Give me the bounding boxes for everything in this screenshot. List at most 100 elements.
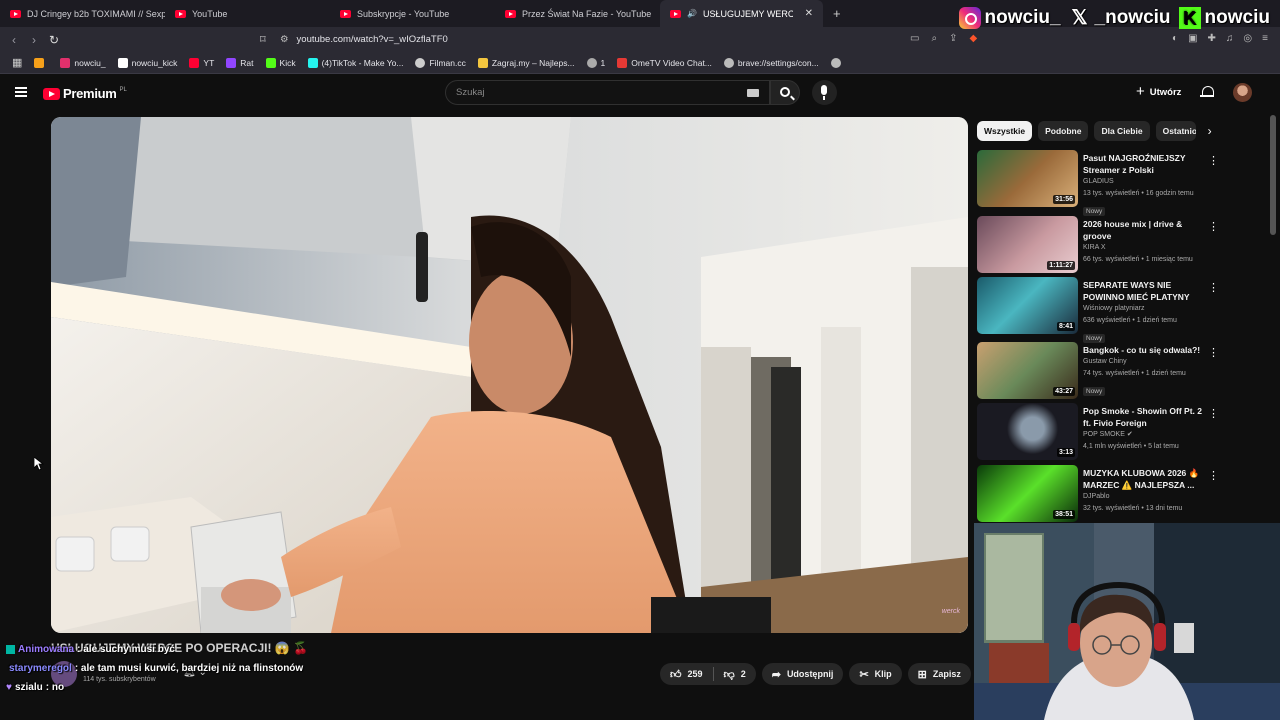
overlay-instagram: nowciu_ (958, 7, 1061, 29)
video-thumbnail[interactable]: 38:51 (977, 465, 1078, 522)
bookmark-item[interactable]: Rat (220, 57, 259, 68)
bookmark-item[interactable]: Kick (260, 57, 302, 68)
recommendation-item[interactable]: 43:27 Bangkok - co tu się odwala?! Gusta… (977, 342, 1222, 402)
recommendation-title[interactable]: MUZYKA KLUBOWA 2026 🔥 MARZEC ⚠️ NAJLEPSZ… (1083, 467, 1208, 491)
apps-grid-icon[interactable]: ▦ (6, 56, 28, 69)
wallet-icon[interactable]: ▣ (1188, 33, 1197, 44)
recommendation-channel[interactable]: Gustaw Chiny (1083, 356, 1208, 368)
video-thumbnail[interactable]: 8:41 (977, 277, 1078, 334)
recommendation-item[interactable]: 3:13 Pop Smoke - Showin Off Pt. 2 ft. Fi… (977, 403, 1222, 463)
brave-shield-icon[interactable]: ◆ (969, 33, 977, 44)
recommendation-meta: MUZYKA KLUBOWA 2026 🔥 MARZEC ⚠️ NAJLEPSZ… (1083, 467, 1208, 515)
leo-icon[interactable]: ◎ (1243, 33, 1252, 44)
recommendation-info: 32 tys. wyświetleń • 13 dni temu (1083, 505, 1183, 512)
bookmark-item[interactable]: OmeTV Video Chat... (611, 57, 718, 68)
youtube-logo[interactable]: Premium PL (43, 86, 127, 101)
browser-tab-active[interactable]: 🔊 USŁUGUJEMY WERCE PO OP ✕ (660, 0, 823, 27)
share-icon[interactable]: ⇪ (949, 33, 957, 44)
close-tab-icon[interactable]: ✕ (805, 8, 813, 19)
more-vert-icon[interactable]: ⋮ (1208, 281, 1219, 294)
vpn-icon[interactable]: ◐ (1172, 33, 1178, 44)
zoom-icon[interactable]: ⌕ (931, 33, 937, 44)
recommendation-channel[interactable]: POP SMOKE ✔ (1083, 429, 1208, 441)
video-thumbnail[interactable]: 3:13 (977, 403, 1078, 460)
browser-tab[interactable]: Przez Świat Na Fazie - YouTube (495, 0, 660, 27)
more-vert-icon[interactable]: ⋮ (1208, 154, 1219, 167)
recommendation-channel[interactable]: KIRA X (1083, 242, 1208, 254)
page-scrollbar[interactable] (1270, 115, 1276, 235)
notifications-bell-icon[interactable] (1200, 85, 1214, 98)
video-thumbnail[interactable]: 1:11:27 (977, 216, 1078, 273)
chip-all[interactable]: Wszystkie (977, 121, 1033, 141)
video-thumbnail[interactable]: 31:56 (977, 150, 1078, 207)
more-vert-icon[interactable]: ⋮ (1208, 220, 1219, 233)
menu-icon[interactable]: ≡ (1262, 33, 1268, 44)
recommendation-title[interactable]: Pasut NAJGROŹNIEJSZY Streamer z Polski (1083, 152, 1208, 176)
voice-search-icon[interactable] (812, 80, 837, 105)
recommendation-item[interactable]: 31:56 Pasut NAJGROŹNIEJSZY Streamer z Po… (977, 150, 1222, 216)
bookmark-item[interactable]: (4)TikTok - Make Yo... (302, 57, 410, 68)
bookmark-item[interactable]: brave://settings/con... (718, 57, 825, 68)
extensions-icon[interactable]: ✚ (1208, 33, 1216, 44)
bookmark-item[interactable]: nowciu_ (54, 57, 111, 68)
bookmark-label: Zagraj.my – Najleps... (491, 57, 575, 68)
bookmark-item[interactable] (825, 57, 851, 68)
browser-tab[interactable]: Subskrypcje - YouTube (330, 0, 495, 27)
forward-icon[interactable]: › (24, 33, 44, 47)
bookmark-item[interactable]: 1 (581, 57, 612, 68)
avatar[interactable] (1233, 83, 1252, 102)
cast-icon[interactable]: ▭ (910, 33, 919, 44)
browser-tab[interactable]: DJ Cringey b2b TOXIMAMI // Sexpre (0, 0, 165, 27)
recommendation-title[interactable]: 2026 house mix | drive & groove (1083, 218, 1208, 242)
youtube-play-icon (43, 87, 60, 100)
search-button[interactable] (770, 80, 800, 105)
search-input[interactable]: Szukaj (445, 80, 770, 105)
site-settings-icon[interactable]: ⚙ (280, 34, 289, 45)
bookmark-page-icon[interactable]: ⌑ (260, 33, 266, 46)
more-vert-icon[interactable]: ⋮ (1208, 469, 1219, 482)
youtube-header: Premium PL Szukaj + Utwórz (0, 75, 1280, 113)
chip-for-you[interactable]: Dla Ciebie (1094, 121, 1150, 141)
recommendation-meta: Pasut NAJGROŹNIEJSZY Streamer z Polski G… (1083, 152, 1208, 218)
chevron-right-icon[interactable]: › (1208, 124, 1212, 138)
chip-similar[interactable]: Podobne (1038, 121, 1089, 141)
bookmark-item[interactable]: YT (183, 57, 220, 68)
hamburger-menu-icon[interactable] (15, 87, 27, 97)
browser-tab[interactable]: YouTube (165, 0, 330, 27)
youtube-favicon-icon (340, 9, 351, 18)
recommendation-channel[interactable]: Wiśniowy platyniarz (1083, 303, 1208, 315)
chat-text: : ale tam musi kurwić, bardziej niż na f… (74, 663, 304, 674)
save-button[interactable]: ⊞ Zapisz (907, 663, 971, 685)
clip-button[interactable]: ✂ Klip (849, 663, 902, 685)
bookmark-item[interactable]: Filman.cc (409, 57, 471, 68)
url-field[interactable]: ⚙ youtube.com/watch?v=_wIOzflaTF0 (280, 30, 1000, 49)
recommendation-title[interactable]: Bangkok - co tu się odwala?! (1083, 344, 1208, 356)
share-button[interactable]: ➦ Udostępnij (761, 663, 844, 685)
more-vert-icon[interactable]: ⋮ (1208, 346, 1219, 359)
keyboard-icon[interactable] (747, 89, 759, 97)
settings-icon (723, 57, 734, 68)
bookmark-item[interactable]: Zagraj.my – Najleps... (472, 57, 581, 68)
back-icon[interactable]: ‹ (4, 33, 24, 47)
recommendation-channel[interactable]: GLADIUS (1083, 176, 1208, 188)
media-icon[interactable]: ♫ (1226, 33, 1234, 44)
create-button[interactable]: + Utwórz (1136, 84, 1181, 99)
save-label: Zapisz (932, 669, 961, 679)
recommendation-title[interactable]: Pop Smoke - Showin Off Pt. 2 ft. Fivio F… (1083, 405, 1208, 429)
video-player[interactable]: werck (51, 117, 968, 633)
like-button[interactable]: 👍︎ 259 (660, 663, 713, 685)
recommendation-channel[interactable]: DJPablo (1083, 491, 1208, 503)
recommendation-item[interactable]: 8:41 SEPARATE WAYS NIE POWINNO MIEĆ PLAT… (977, 277, 1222, 343)
recommendation-info: 4,1 mln wyświetleń • 5 lat temu (1083, 443, 1179, 450)
new-tab-button[interactable]: + (823, 6, 851, 21)
more-vert-icon[interactable]: ⋮ (1208, 407, 1219, 420)
chip-recent[interactable]: Ostatnio (1155, 121, 1196, 141)
bookmark-item[interactable]: nowciu_kick (112, 57, 184, 68)
bookmark-item[interactable] (28, 57, 54, 68)
video-thumbnail[interactable]: 43:27 (977, 342, 1078, 399)
recommendation-title[interactable]: SEPARATE WAYS NIE POWINNO MIEĆ PLATYNY (1083, 279, 1208, 303)
recommendation-item[interactable]: 38:51 MUZYKA KLUBOWA 2026 🔥 MARZEC ⚠️ NA… (977, 465, 1222, 525)
reload-icon[interactable]: ↻ (44, 33, 64, 47)
recommendation-item[interactable]: 1:11:27 2026 house mix | drive & groove … (977, 216, 1222, 276)
dislike-button[interactable]: 👎︎ 2 (714, 663, 756, 685)
